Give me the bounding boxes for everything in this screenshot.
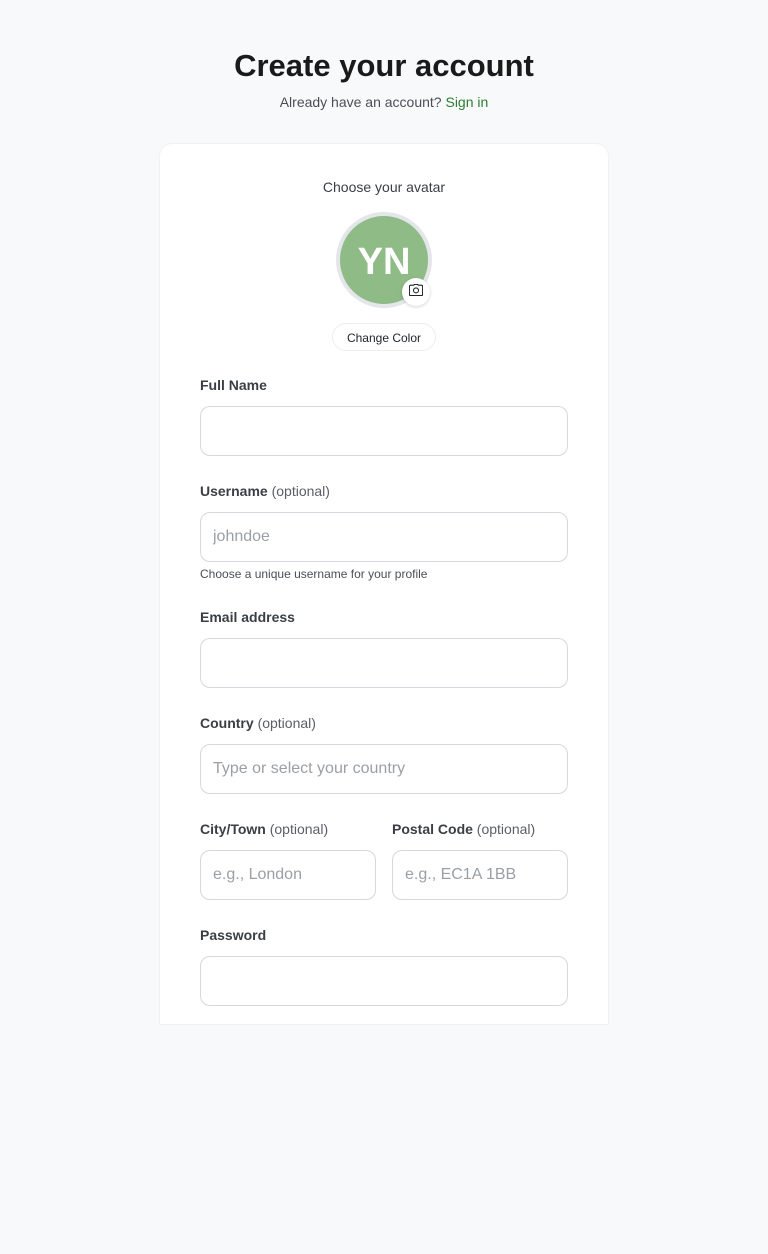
country-input[interactable]: [200, 744, 568, 794]
city-label: City/Town (optional): [200, 820, 328, 838]
sign-in-link[interactable]: Sign in: [445, 94, 488, 110]
username-label-text: Username: [200, 483, 268, 499]
city-optional-text: (optional): [269, 821, 329, 837]
full-name-label: Full Name: [200, 376, 267, 394]
username-input[interactable]: [200, 512, 568, 562]
username-optional-text: (optional): [271, 483, 330, 499]
signup-page: Create your account Already have an acco…: [0, 0, 768, 1254]
upload-avatar-button[interactable]: [402, 278, 430, 306]
postal-code-label: Postal Code (optional): [392, 820, 535, 838]
country-optional-text: (optional): [257, 715, 316, 731]
password-label-text: Password: [200, 927, 267, 943]
change-color-button[interactable]: Change Color: [332, 323, 436, 351]
postal-code-input[interactable]: [392, 850, 568, 900]
camera-icon: [408, 283, 424, 301]
postal-code-optional-text: (optional): [476, 821, 536, 837]
postal-code-label-text: Postal Code: [392, 821, 473, 837]
signin-prompt-text: Already have an account?: [279, 94, 442, 110]
page-title: Create your account: [234, 48, 534, 83]
signin-prompt: Already have an account? Sign in: [0, 93, 768, 111]
full-name-input[interactable]: [200, 406, 568, 456]
avatar-heading: Choose your avatar: [322, 179, 446, 195]
full-name-label-text: Full Name: [200, 377, 267, 393]
country-label-text: Country: [200, 715, 254, 731]
password-label: Password: [200, 926, 266, 944]
city-label-text: City/Town: [200, 821, 266, 837]
password-input[interactable]: [200, 956, 568, 1006]
email-label-text: Email address: [200, 609, 295, 625]
city-input[interactable]: [200, 850, 376, 900]
email-input[interactable]: [200, 638, 568, 688]
signup-card: Choose your avatar YN Change Color Full …: [160, 144, 608, 1024]
country-label: Country (optional): [200, 714, 316, 732]
email-label: Email address: [200, 608, 295, 626]
username-helper-text: Choose a unique username for your profil…: [200, 567, 428, 581]
username-label: Username (optional): [200, 482, 330, 500]
